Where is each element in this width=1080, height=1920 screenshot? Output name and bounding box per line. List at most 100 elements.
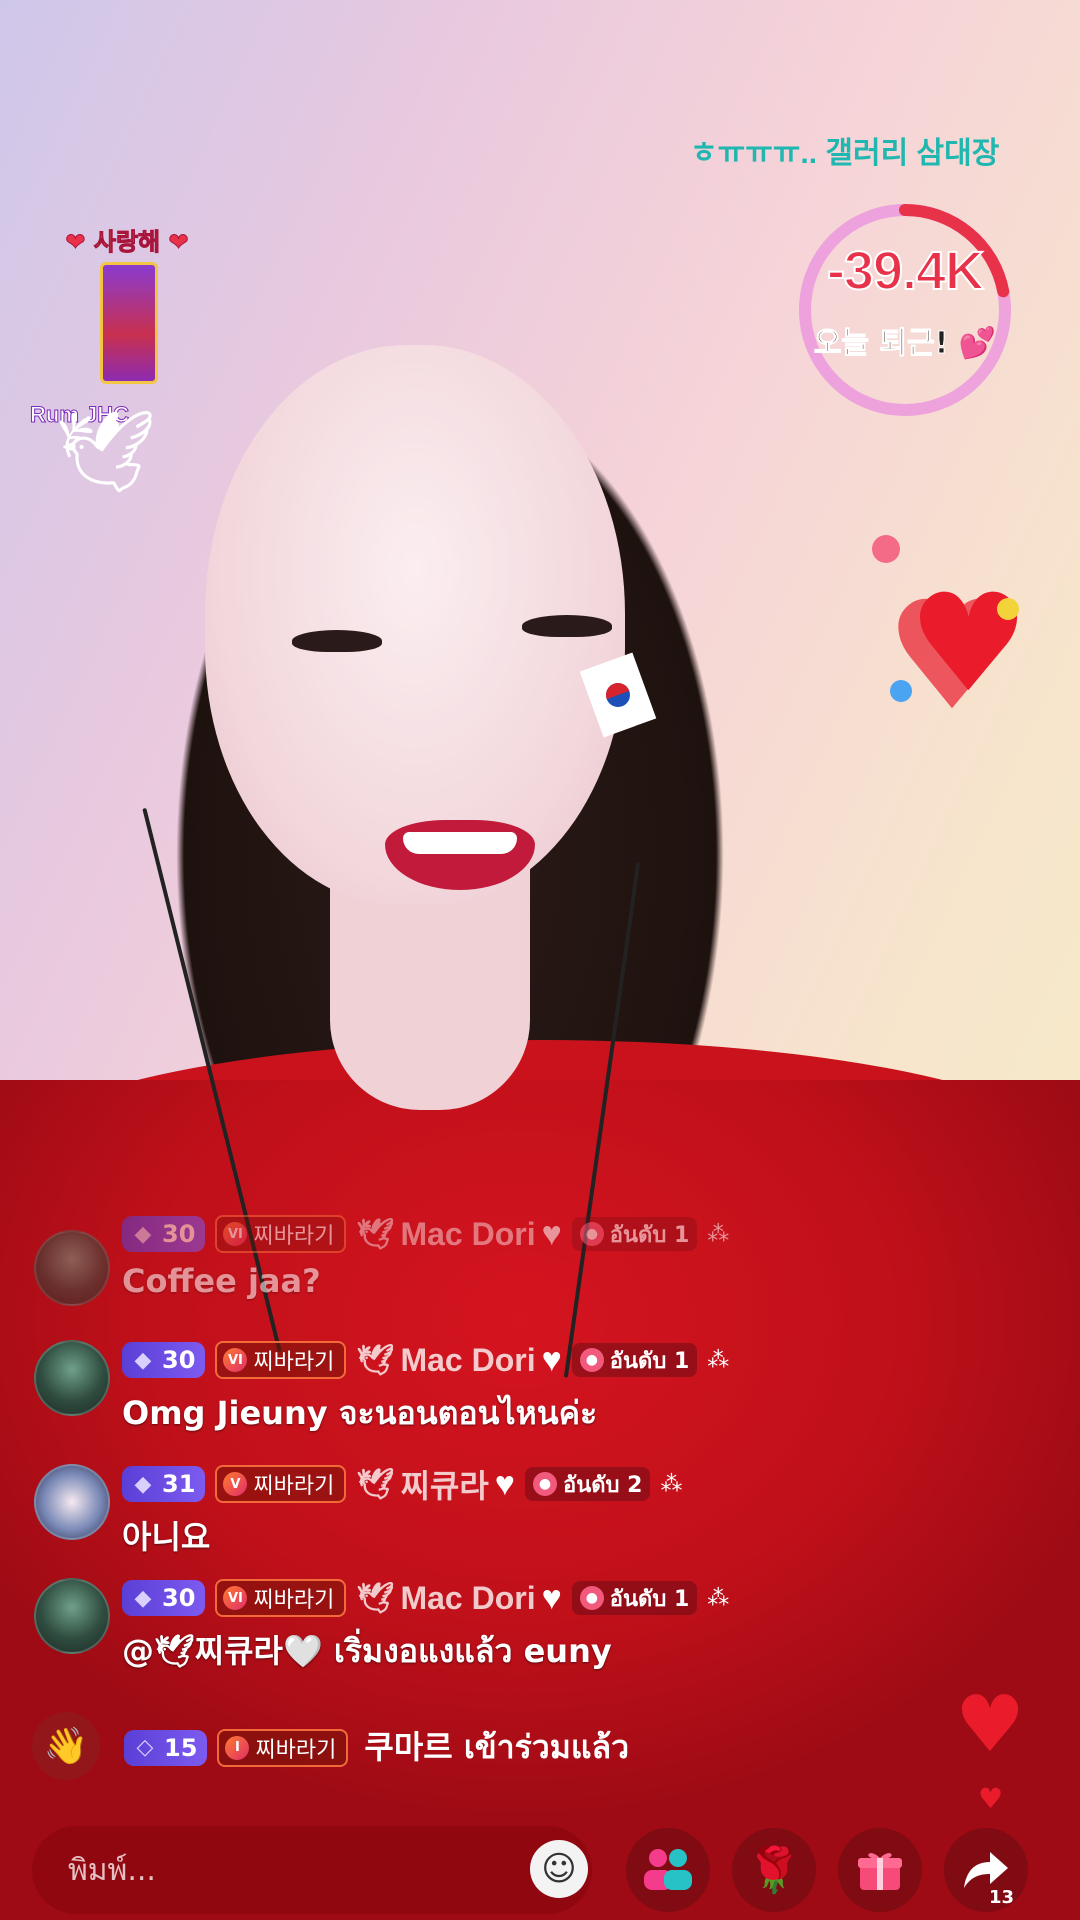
diamond-icon: ◆ (134, 1347, 152, 1373)
username[interactable]: 🕊 Mac Dori ♥ (356, 1215, 561, 1254)
chat-text: Omg Jieuny จะนอนตอนไหนค่ะ (122, 1394, 598, 1432)
rank-icon: ● (579, 1348, 604, 1372)
rank-icon: ● (579, 1586, 604, 1610)
chat-badges: ◆ 30 VI 찌바라기 🕊 Mac Dori ♥ ● อันดับ 1 ⁂ (122, 1214, 729, 1254)
level-value: 31 (162, 1470, 196, 1498)
rose-icon: 🌹 (746, 1845, 802, 1896)
gift-button[interactable] (838, 1828, 922, 1912)
small-heart-icon: ♥ (978, 1782, 1004, 1815)
smile-icon: ☺ (541, 1849, 577, 1889)
username[interactable]: 🕊 찌큐라 ♥ (356, 1461, 515, 1507)
join-text: 쿠마르 เข้าร่วมแล้ว (364, 1728, 630, 1766)
level-value: 30 (162, 1346, 196, 1374)
goal-label: 오늘 퇴근! 💕 (790, 318, 1020, 362)
dove-icon: 🕊 (356, 1467, 395, 1501)
join-notice: 👋 ◇ 15 I 찌바라기 쿠마르 เข้าร่วมแล้ว (32, 1712, 952, 1780)
username[interactable]: 🕊 Mac Dori ♥ (356, 1341, 561, 1380)
avatar[interactable] (34, 1464, 110, 1540)
people-icon (644, 1849, 692, 1890)
fan-name: 찌바라기 (253, 1474, 335, 1499)
bubble-dot (997, 598, 1019, 620)
level-badge: ◆ 30 (122, 1342, 206, 1378)
avatar[interactable] (34, 1230, 110, 1306)
rank-text: อันดับ 1 (609, 1586, 690, 1612)
chat-badges: ◆ 30 VI 찌바라기 🕊 Mac Dori ♥ ● อันดับ 1 ⁂ (122, 1340, 729, 1380)
share-count: 13 (988, 1887, 1014, 1908)
like-heart-icon[interactable]: ♥ (955, 1680, 1025, 1770)
rank-icon: ● (532, 1472, 557, 1496)
rank-badge: ● อันดับ 1 (571, 1343, 698, 1377)
chat-badges: ◆ 30 VI 찌바라기 🕊 Mac Dori ♥ ● อันดับ 1 ⁂ (122, 1578, 729, 1618)
rank-badge: ● อันดับ 1 (571, 1217, 698, 1251)
level-badge: ◆ 30 (122, 1216, 206, 1252)
white-heart-icon: ♥ (494, 1464, 515, 1503)
level-value: 15 (164, 1733, 198, 1762)
share-button[interactable]: 13 (944, 1828, 1028, 1912)
profile-icon[interactable]: ⁂ (707, 1348, 729, 1373)
heart-icon: ❤ (168, 228, 189, 257)
username-text: Mac Dori (400, 1341, 536, 1378)
fan-tier-icon: VI (223, 1586, 248, 1610)
goal-progress-ring (799, 204, 1011, 416)
dove-icon: 🕊 (356, 1343, 395, 1377)
fan-name: 찌바라기 (253, 1224, 335, 1249)
white-heart-icon: ♥ (541, 1214, 562, 1253)
hearts-icon: 💕 (958, 326, 997, 362)
username[interactable]: 🕊 Mac Dori ♥ (356, 1579, 561, 1618)
rank-badge: ● อันดับ 1 (571, 1581, 698, 1615)
rose-gift-button[interactable]: 🌹 (732, 1828, 816, 1912)
dove-icon: 🕊 (356, 1581, 395, 1615)
dove-icon: 🕊 (55, 405, 157, 498)
username-text: Mac Dori (400, 1215, 536, 1252)
username-text: 찌큐라 (400, 1468, 489, 1504)
bottom-bar: พิมพ์... ☺ 🌹 13 (0, 1820, 1080, 1920)
avatar[interactable] (34, 1340, 110, 1416)
sticker-title-text: 사랑해 (93, 228, 161, 257)
rank-text: อันดับ 1 (609, 1348, 690, 1374)
fan-name: 찌바라기 (255, 1737, 337, 1763)
join-badges: ◇ 15 I 찌바라기 쿠마르 เข้าร่วมแล้ว (124, 1722, 629, 1773)
avatar[interactable] (34, 1578, 110, 1654)
fan-badge: VI 찌바라기 (215, 1579, 347, 1617)
streamer-teeth (403, 832, 517, 854)
goal-amount: -39.4K (826, 240, 985, 302)
rank-text: อันดับ 2 (562, 1472, 643, 1498)
chat-text: Coffee jaa? (122, 1262, 321, 1300)
bubble-dot (872, 535, 900, 563)
level-badge: ◆ 30 (122, 1580, 206, 1616)
username-text: Mac Dori (400, 1579, 536, 1616)
gift-icon (858, 1853, 902, 1890)
profile-icon[interactable]: ⁂ (707, 1586, 729, 1611)
chat-input[interactable]: พิมพ์... (32, 1826, 592, 1914)
diamond-icon: ◆ (134, 1221, 152, 1247)
white-heart-icon: ♥ (541, 1578, 562, 1617)
profile-icon[interactable]: ⁂ (707, 1222, 729, 1247)
fan-tier-icon: V (223, 1472, 248, 1496)
level-value: 30 (162, 1220, 196, 1248)
goal-label-text: 오늘 퇴근! (813, 326, 949, 362)
heart-icon: ❤ (65, 228, 86, 257)
level-badge: ◆ 31 (122, 1466, 206, 1502)
throne-sticker-icon (100, 262, 158, 384)
bubble-dot (890, 680, 912, 702)
streamer-eye-left (292, 630, 382, 652)
sticker-title: ❤ 사랑해 ❤ (42, 222, 212, 262)
fan-badge: VI 찌바라기 (215, 1215, 347, 1253)
fan-badge: V 찌바라기 (215, 1465, 347, 1503)
rank-badge: ● อันดับ 2 (524, 1467, 651, 1501)
chat-badges: ◆ 31 V 찌바라기 🕊 찌큐라 ♥ ● อันดับ 2 ⁂ (122, 1464, 682, 1504)
diamond-icon: ◆ (134, 1585, 152, 1611)
wave-button[interactable]: 👋 (32, 1712, 100, 1780)
fan-name: 찌바라기 (253, 1350, 335, 1375)
fan-tier-icon: I (225, 1735, 250, 1760)
announcement-ticker: ㅎㅠㅠㅠ.. 갤러리 삼대장 (690, 137, 1000, 168)
fan-tier-icon: VI (223, 1222, 248, 1246)
chat-text: 아니요 (122, 1518, 211, 1556)
share-arrow-icon (964, 1852, 1008, 1888)
profile-icon[interactable]: ⁂ (660, 1472, 682, 1497)
emoji-button[interactable]: ☺ (530, 1840, 588, 1898)
rank-icon: ● (579, 1222, 604, 1246)
guests-button[interactable] (626, 1828, 710, 1912)
fan-badge: VI 찌바라기 (215, 1341, 347, 1379)
diamond-icon: ◇ (136, 1735, 154, 1760)
